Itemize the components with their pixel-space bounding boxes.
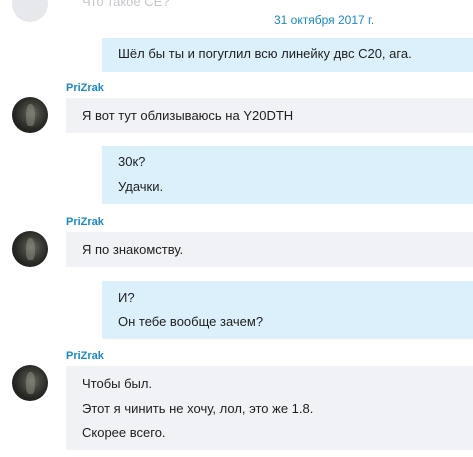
sender-name[interactable]: PriZrak <box>66 216 104 228</box>
message-text: Удачки. <box>118 179 164 194</box>
outgoing-message[interactable]: 30к? Удачки. <box>102 146 473 204</box>
message-text: Он тебе вообще зачем? <box>118 314 264 329</box>
message-text: Скорее всего. <box>82 425 166 440</box>
message-text: Я вот тут облизываюсь на Y20DTH <box>82 108 294 123</box>
message-text: Чтобы был. <box>82 376 153 391</box>
avatar[interactable] <box>12 97 48 133</box>
message-text: 30к? <box>118 154 146 169</box>
chat-history[interactable]: Что такое CE? 31 октября 2017 г. Шёл бы … <box>0 0 473 457</box>
date-separator: 31 октября 2017 г. <box>274 13 375 27</box>
message-text: И? <box>118 290 135 305</box>
incoming-message[interactable]: Я по знакомству. <box>66 232 473 267</box>
faded-message-text: Что такое CE? <box>82 0 170 9</box>
sender-name[interactable]: PriZrak <box>66 82 104 94</box>
outgoing-message[interactable]: Шёл бы ты и погуглил всю линейку двс C20… <box>102 38 473 72</box>
sender-name[interactable]: PriZrak <box>66 350 104 362</box>
incoming-message[interactable]: Чтобы был. Этот я чинить не хочу, лол, э… <box>66 366 473 450</box>
avatar[interactable] <box>12 365 48 401</box>
message-text: Шёл бы ты и погуглил всю линейку двс C20… <box>118 46 412 61</box>
incoming-message[interactable]: Я вот тут облизываюсь на Y20DTH <box>66 98 473 133</box>
avatar[interactable] <box>12 0 48 22</box>
message-text: Этот я чинить не хочу, лол, это же 1.8. <box>82 401 314 416</box>
outgoing-message[interactable]: И? Он тебе вообще зачем? <box>102 281 473 339</box>
avatar[interactable] <box>12 231 48 267</box>
message-text: Я по знакомству. <box>82 242 184 257</box>
